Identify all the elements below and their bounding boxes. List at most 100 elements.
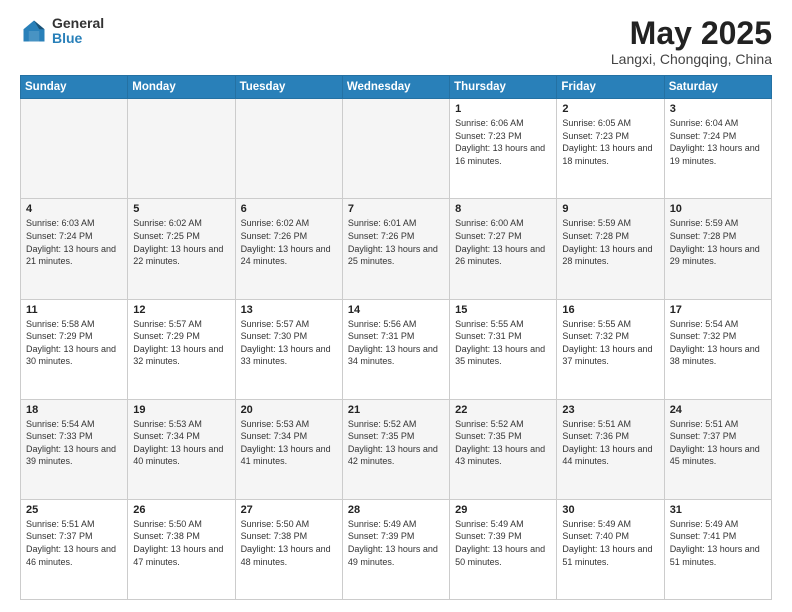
day-info: Sunrise: 5:54 AM Sunset: 7:32 PM Dayligh… bbox=[670, 318, 766, 368]
col-friday: Friday bbox=[557, 76, 664, 99]
table-row: 16Sunrise: 5:55 AM Sunset: 7:32 PM Dayli… bbox=[557, 299, 664, 399]
table-row: 25 Sunrise: 5:51 AM Sunset: 7:37 PM Dayli… bbox=[21, 499, 128, 599]
day-number: 9 bbox=[562, 203, 658, 215]
day-number: 26 bbox=[133, 504, 229, 516]
day-number: 6 bbox=[241, 203, 337, 215]
col-thursday: Thursday bbox=[450, 76, 557, 99]
calendar-week-row: 4 Sunrise: 6:03 AM Sunset: 7:24 PM Daylig… bbox=[21, 199, 772, 299]
day-info: Sunrise: 5:53 AM Sunset: 7:34 PM Dayligh… bbox=[241, 418, 337, 468]
page: General Blue May 2025 Langxi, Chongqing,… bbox=[0, 0, 792, 612]
day-info: Sunrise: 6:03 AM Sunset: 7:24 PM Dayligh… bbox=[26, 217, 122, 267]
table-row: 15Sunrise: 5:55 AM Sunset: 7:31 PM Dayli… bbox=[450, 299, 557, 399]
day-info: Sunrise: 5:49 AM Sunset: 7:41 PM Dayligh… bbox=[670, 518, 766, 568]
table-row: 2 Sunrise: 6:05 AM Sunset: 7:23 PM Daylig… bbox=[557, 99, 664, 199]
day-number: 30 bbox=[562, 504, 658, 516]
table-row: 4 Sunrise: 6:03 AM Sunset: 7:24 PM Daylig… bbox=[21, 199, 128, 299]
day-number: 2 bbox=[562, 103, 658, 115]
table-row: 28Sunrise: 5:49 AM Sunset: 7:39 PM Dayli… bbox=[342, 499, 449, 599]
calendar-week-row: 11 Sunrise: 5:58 AM Sunset: 7:29 PM Dayli… bbox=[21, 299, 772, 399]
logo-icon bbox=[20, 17, 48, 45]
day-number: 21 bbox=[348, 404, 444, 416]
day-info: Sunrise: 5:52 AM Sunset: 7:35 PM Dayligh… bbox=[348, 418, 444, 468]
day-number: 17 bbox=[670, 304, 766, 316]
table-row: 13 Sunrise: 5:57 AM Sunset: 7:30 PM Dayli… bbox=[235, 299, 342, 399]
day-info: Sunrise: 5:51 AM Sunset: 7:36 PM Dayligh… bbox=[562, 418, 658, 468]
table-row bbox=[342, 99, 449, 199]
col-wednesday: Wednesday bbox=[342, 76, 449, 99]
day-info: Sunrise: 5:49 AM Sunset: 7:40 PM Dayligh… bbox=[562, 518, 658, 568]
table-row bbox=[235, 99, 342, 199]
day-info: Sunrise: 6:02 AM Sunset: 7:26 PM Dayligh… bbox=[241, 217, 337, 267]
day-info: Sunrise: 5:58 AM Sunset: 7:29 PM Dayligh… bbox=[26, 318, 122, 368]
day-number: 22 bbox=[455, 404, 551, 416]
day-info: Sunrise: 6:00 AM Sunset: 7:27 PM Dayligh… bbox=[455, 217, 551, 267]
day-info: Sunrise: 5:50 AM Sunset: 7:38 PM Dayligh… bbox=[133, 518, 229, 568]
day-info: Sunrise: 5:57 AM Sunset: 7:29 PM Dayligh… bbox=[133, 318, 229, 368]
col-sunday: Sunday bbox=[21, 76, 128, 99]
table-row: 11 Sunrise: 5:58 AM Sunset: 7:29 PM Dayli… bbox=[21, 299, 128, 399]
day-number: 11 bbox=[26, 304, 122, 316]
day-number: 19 bbox=[133, 404, 229, 416]
col-monday: Monday bbox=[128, 76, 235, 99]
table-row: 19 Sunrise: 5:53 AM Sunset: 7:34 PM Dayli… bbox=[128, 399, 235, 499]
day-number: 1 bbox=[455, 103, 551, 115]
table-row: 8 Sunrise: 6:00 AM Sunset: 7:27 PM Daylig… bbox=[450, 199, 557, 299]
table-row: 27 Sunrise: 5:50 AM Sunset: 7:38 PM Dayli… bbox=[235, 499, 342, 599]
day-info: Sunrise: 5:57 AM Sunset: 7:30 PM Dayligh… bbox=[241, 318, 337, 368]
location: Langxi, Chongqing, China bbox=[611, 51, 772, 67]
table-row: 29Sunrise: 5:49 AM Sunset: 7:39 PM Dayli… bbox=[450, 499, 557, 599]
day-info: Sunrise: 6:01 AM Sunset: 7:26 PM Dayligh… bbox=[348, 217, 444, 267]
day-number: 14 bbox=[348, 304, 444, 316]
day-number: 25 bbox=[26, 504, 122, 516]
table-row: 21 Sunrise: 5:52 AM Sunset: 7:35 PM Dayli… bbox=[342, 399, 449, 499]
table-row: 20Sunrise: 5:53 AM Sunset: 7:34 PM Dayli… bbox=[235, 399, 342, 499]
day-number: 7 bbox=[348, 203, 444, 215]
day-info: Sunrise: 6:04 AM Sunset: 7:24 PM Dayligh… bbox=[670, 117, 766, 167]
day-number: 23 bbox=[562, 404, 658, 416]
day-info: Sunrise: 6:05 AM Sunset: 7:23 PM Dayligh… bbox=[562, 117, 658, 167]
table-row: 30 Sunrise: 5:49 AM Sunset: 7:40 PM Dayli… bbox=[557, 499, 664, 599]
day-info: Sunrise: 5:56 AM Sunset: 7:31 PM Dayligh… bbox=[348, 318, 444, 368]
day-info: Sunrise: 5:51 AM Sunset: 7:37 PM Dayligh… bbox=[670, 418, 766, 468]
table-row: 9 Sunrise: 5:59 AM Sunset: 7:28 PM Daylig… bbox=[557, 199, 664, 299]
table-row: 12Sunrise: 5:57 AM Sunset: 7:29 PM Dayli… bbox=[128, 299, 235, 399]
day-number: 13 bbox=[241, 304, 337, 316]
day-number: 27 bbox=[241, 504, 337, 516]
table-row: 31 Sunrise: 5:49 AM Sunset: 7:41 PM Dayli… bbox=[664, 499, 771, 599]
day-info: Sunrise: 5:54 AM Sunset: 7:33 PM Dayligh… bbox=[26, 418, 122, 468]
title-block: May 2025 Langxi, Chongqing, China bbox=[611, 16, 772, 67]
table-row: 22 Sunrise: 5:52 AM Sunset: 7:35 PM Dayli… bbox=[450, 399, 557, 499]
day-number: 24 bbox=[670, 404, 766, 416]
day-number: 31 bbox=[670, 504, 766, 516]
table-row: 1 Sunrise: 6:06 AM Sunset: 7:23 PM Daylig… bbox=[450, 99, 557, 199]
col-tuesday: Tuesday bbox=[235, 76, 342, 99]
table-row: 14 Sunrise: 5:56 AM Sunset: 7:31 PM Dayli… bbox=[342, 299, 449, 399]
day-number: 4 bbox=[26, 203, 122, 215]
day-number: 28 bbox=[348, 504, 444, 516]
day-info: Sunrise: 5:55 AM Sunset: 7:32 PM Dayligh… bbox=[562, 318, 658, 368]
day-info: Sunrise: 5:51 AM Sunset: 7:37 PM Dayligh… bbox=[26, 518, 122, 568]
day-info: Sunrise: 5:50 AM Sunset: 7:38 PM Dayligh… bbox=[241, 518, 337, 568]
table-row: 7 Sunrise: 6:01 AM Sunset: 7:26 PM Daylig… bbox=[342, 199, 449, 299]
day-number: 8 bbox=[455, 203, 551, 215]
table-row: 5Sunrise: 6:02 AM Sunset: 7:25 PM Daylig… bbox=[128, 199, 235, 299]
day-number: 3 bbox=[670, 103, 766, 115]
day-info: Sunrise: 5:52 AM Sunset: 7:35 PM Dayligh… bbox=[455, 418, 551, 468]
table-row: 17 Sunrise: 5:54 AM Sunset: 7:32 PM Dayli… bbox=[664, 299, 771, 399]
calendar-week-row: 18 Sunrise: 5:54 AM Sunset: 7:33 PM Dayli… bbox=[21, 399, 772, 499]
month-title: May 2025 bbox=[611, 16, 772, 51]
table-row: 10 Sunrise: 5:59 AM Sunset: 7:28 PM Dayli… bbox=[664, 199, 771, 299]
day-info: Sunrise: 6:06 AM Sunset: 7:23 PM Dayligh… bbox=[455, 117, 551, 167]
day-number: 10 bbox=[670, 203, 766, 215]
day-number: 18 bbox=[26, 404, 122, 416]
day-number: 29 bbox=[455, 504, 551, 516]
table-row bbox=[21, 99, 128, 199]
day-info: Sunrise: 5:59 AM Sunset: 7:28 PM Dayligh… bbox=[562, 217, 658, 267]
day-info: Sunrise: 5:53 AM Sunset: 7:34 PM Dayligh… bbox=[133, 418, 229, 468]
day-info: Sunrise: 5:59 AM Sunset: 7:28 PM Dayligh… bbox=[670, 217, 766, 267]
day-number: 5 bbox=[133, 203, 229, 215]
table-row: 6 Sunrise: 6:02 AM Sunset: 7:26 PM Daylig… bbox=[235, 199, 342, 299]
table-row: 26 Sunrise: 5:50 AM Sunset: 7:38 PM Dayli… bbox=[128, 499, 235, 599]
day-info: Sunrise: 5:55 AM Sunset: 7:31 PM Dayligh… bbox=[455, 318, 551, 368]
logo-blue-text: Blue bbox=[52, 31, 104, 46]
